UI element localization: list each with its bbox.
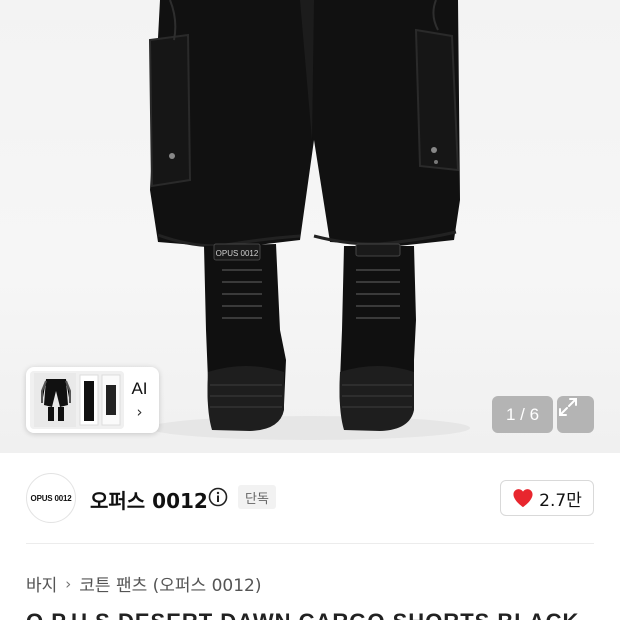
heart-icon <box>513 489 533 508</box>
ai-label-group: AI › <box>124 379 155 421</box>
brand-name[interactable]: 오퍼스 0012 <box>90 485 208 514</box>
brand-logo[interactable]: OPUS 0012 <box>26 473 76 523</box>
chevron-right-icon: › <box>65 574 72 593</box>
ai-thumbnail <box>30 371 124 429</box>
chevron-right-icon: › <box>136 403 143 421</box>
image-counter: 1 / 6 <box>492 396 553 433</box>
boot-logo-patch: OPUS 0012 <box>216 249 259 258</box>
brand-row: OPUS 0012 오퍼스 0012 단독 2.7만 <box>0 453 620 543</box>
ai-label: AI <box>131 379 148 398</box>
expand-icon <box>559 398 577 416</box>
expand-image-button[interactable] <box>557 396 594 433</box>
breadcrumb-item-pants[interactable]: 바지 <box>26 571 57 596</box>
like-count: 2.7만 <box>539 490 582 511</box>
breadcrumb: 바지 › 코튼 팬츠 (오퍼스 0012) <box>26 571 262 597</box>
breadcrumb-item-cotton-pants[interactable]: 코튼 팬츠 (오퍼스 0012) <box>79 571 261 596</box>
product-image-gallery[interactable]: OPUS 0012 AI › 1 / 6 <box>0 0 620 453</box>
info-icon[interactable] <box>208 487 228 507</box>
product-title: O.P.U.S DESERT DAWN CARGO SHORTS BLACK <box>26 611 594 620</box>
like-button[interactable]: 2.7만 <box>500 480 594 516</box>
ai-thumbnail-image <box>30 371 124 429</box>
exclusive-badge: 단독 <box>238 485 276 509</box>
product-title-text: O.P.U.S DESERT DAWN CARGO SHORTS BLACK <box>26 611 594 620</box>
ai-styling-card[interactable]: AI › <box>26 367 159 433</box>
divider <box>26 543 594 544</box>
